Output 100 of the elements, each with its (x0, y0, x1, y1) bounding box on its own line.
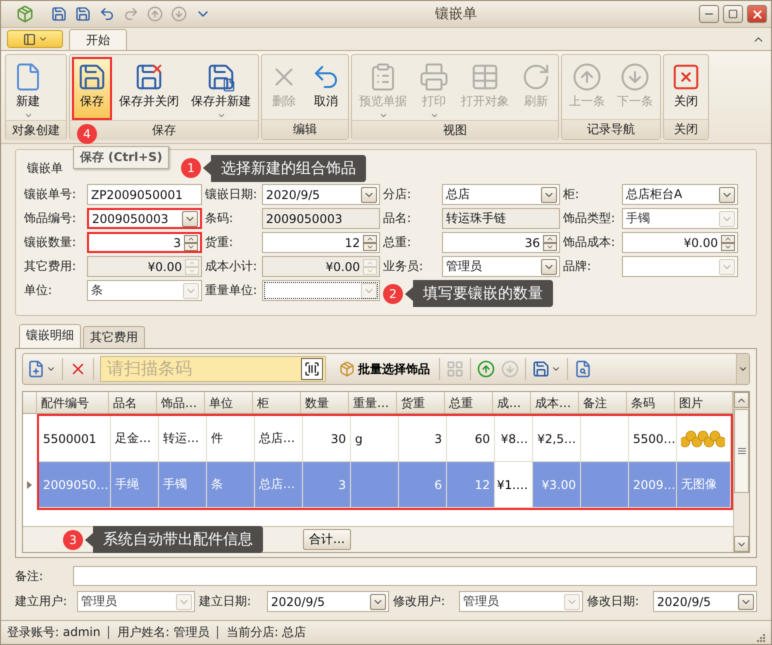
table-cell: 3 (303, 462, 351, 508)
column-header[interactable]: 品名 (109, 392, 157, 413)
scroll-down-button[interactable] (734, 536, 749, 552)
column-header[interactable]: 成本… (531, 392, 579, 413)
field-label: 单位: (24, 282, 54, 299)
combo-box[interactable]: 2020/9/5 (262, 184, 380, 205)
table-cell: 总店… (255, 462, 303, 508)
table-icon (470, 62, 500, 92)
barcode-icon[interactable] (301, 358, 323, 380)
spin-field[interactable]: 3 (87, 232, 202, 253)
barcode-input[interactable]: 请扫描条码 (107, 359, 301, 379)
column-header[interactable]: 单位 (205, 392, 253, 413)
floppy-disk-document-icon (206, 62, 236, 92)
field-label: 饰品编号: (24, 210, 78, 227)
maximize-button[interactable] (723, 5, 743, 23)
app-menu-button[interactable] (7, 30, 63, 48)
close-icon (750, 8, 764, 20)
table-cell: ¥1.… (495, 462, 533, 508)
resize-grip-icon (755, 632, 765, 642)
callout-label: 填写要镶嵌的数量 (405, 280, 553, 307)
callout-label: 选择新建的组合饰品 (203, 154, 366, 182)
tab[interactable]: 镶嵌明细 (19, 324, 81, 348)
ribbon-button[interactable]: 保存 (72, 57, 112, 120)
table-cell: ¥3.00 (533, 462, 581, 508)
table-cell: 6 (399, 462, 447, 508)
find-icon[interactable] (574, 360, 592, 378)
combo-box[interactable]: 总店 (442, 184, 560, 205)
callout-label: 系统自动带出配件信息 (85, 526, 263, 553)
window-title: 镶嵌单 (434, 5, 478, 23)
document-icon[interactable] (27, 360, 56, 378)
box-icon (339, 361, 355, 377)
tab[interactable]: 其它费用 (83, 326, 145, 348)
spin-up-icon[interactable] (363, 234, 377, 242)
table-row[interactable]: 5500001 足金… 转运… 件 总店… 30 g 3 60 ¥8… ¥2,5… 5500… (39, 416, 731, 462)
ribbon-button[interactable]: 取消 (306, 57, 346, 119)
spin-field[interactable]: 12 (262, 232, 380, 253)
status-text: 用户姓名: 管理员 (117, 624, 210, 641)
ribbon-button[interactable]: 新建 (8, 57, 48, 120)
field-label: 货重: (205, 234, 234, 251)
tooltip: 保存 (Ctrl+S) (73, 146, 170, 169)
field-label: 总重: (383, 234, 412, 251)
maximize-icon (728, 9, 738, 19)
ribbon-button[interactable]: 保存并关闭 (114, 57, 184, 120)
column-header[interactable]: 数量 (301, 392, 349, 413)
table-cell: 手绳 (111, 462, 159, 508)
spin-up-icon[interactable] (721, 234, 735, 242)
panel-icon (22, 32, 36, 46)
column-header[interactable]: 柜 (253, 392, 301, 413)
field-label: 成本小计: (205, 258, 258, 275)
column-header[interactable]: 备注 (579, 392, 627, 413)
ribbon-tab[interactable]: 开始 (69, 29, 127, 50)
status-text: 登录账号: admin (7, 624, 100, 641)
spin-field[interactable]: ¥0.00 (622, 232, 738, 253)
field-label: 备注: (15, 568, 44, 584)
caret-icon (430, 111, 438, 118)
search-field[interactable]: 请扫描条码 (100, 356, 326, 382)
text-field[interactable]: ZP2009050001 (87, 184, 202, 205)
table-cell: 无图像 (677, 462, 731, 508)
table-cell: 手镯 (159, 462, 207, 508)
combo-box[interactable]: 总店柜台A (622, 184, 738, 205)
minimize-button[interactable] (699, 5, 719, 23)
field-label: 镶嵌日期: (205, 186, 258, 203)
combo-box[interactable]: 2020/9/5 (267, 591, 389, 612)
combo-box[interactable]: 2009050003 (87, 208, 202, 229)
field-label: 重量单位: (205, 282, 258, 299)
combo-box[interactable]: 2020/9/5 (653, 591, 757, 612)
field-label: 分店: (383, 186, 412, 203)
group-label: 记录导航 (562, 119, 660, 139)
column-header[interactable]: 总重 (445, 392, 493, 413)
table-cell: 2009050… (39, 462, 111, 508)
column-header[interactable]: 成… (493, 392, 531, 413)
total-button[interactable]: 合计… (303, 529, 351, 550)
floppy-disk-icon[interactable] (532, 360, 561, 378)
column-header[interactable]: 货重 (397, 392, 445, 413)
remark-field[interactable] (73, 566, 757, 586)
field-label: 饰品类型: (563, 210, 616, 227)
ribbon-button[interactable]: 关闭 (666, 57, 706, 119)
spin-up-icon[interactable] (184, 234, 198, 242)
combo-box[interactable]: 管理员 (442, 256, 560, 277)
close-button[interactable] (747, 5, 767, 23)
caret-icon (24, 111, 32, 118)
field-label: 品牌: (563, 258, 592, 275)
field-label: 修改日期: (587, 593, 640, 610)
scroll-up-button[interactable] (734, 392, 749, 408)
scroll-thumb[interactable] (734, 409, 749, 493)
batch-select-button[interactable]: 批量选择饰品 (336, 358, 433, 380)
column-header[interactable]: 重量… (349, 392, 397, 413)
field-label: 业务员: (383, 258, 424, 275)
step-badge: 2 (383, 284, 403, 304)
spin-up-icon[interactable] (543, 234, 557, 242)
ribbon-button[interactable]: 保存并新建 (186, 57, 256, 120)
field-label: 饰品成本: (563, 234, 616, 251)
field-label: 镶嵌数量: (24, 234, 78, 251)
column-header[interactable]: 饰品… (157, 392, 205, 413)
column-header[interactable]: 条码 (627, 392, 675, 413)
column-header[interactable]: 配件编号 (37, 392, 109, 413)
table-cell: 2009… (629, 462, 677, 508)
spin-field[interactable]: 36 (442, 232, 560, 253)
field-label: 建立日期: (199, 593, 252, 610)
floppy-disk-x-icon (134, 62, 164, 92)
